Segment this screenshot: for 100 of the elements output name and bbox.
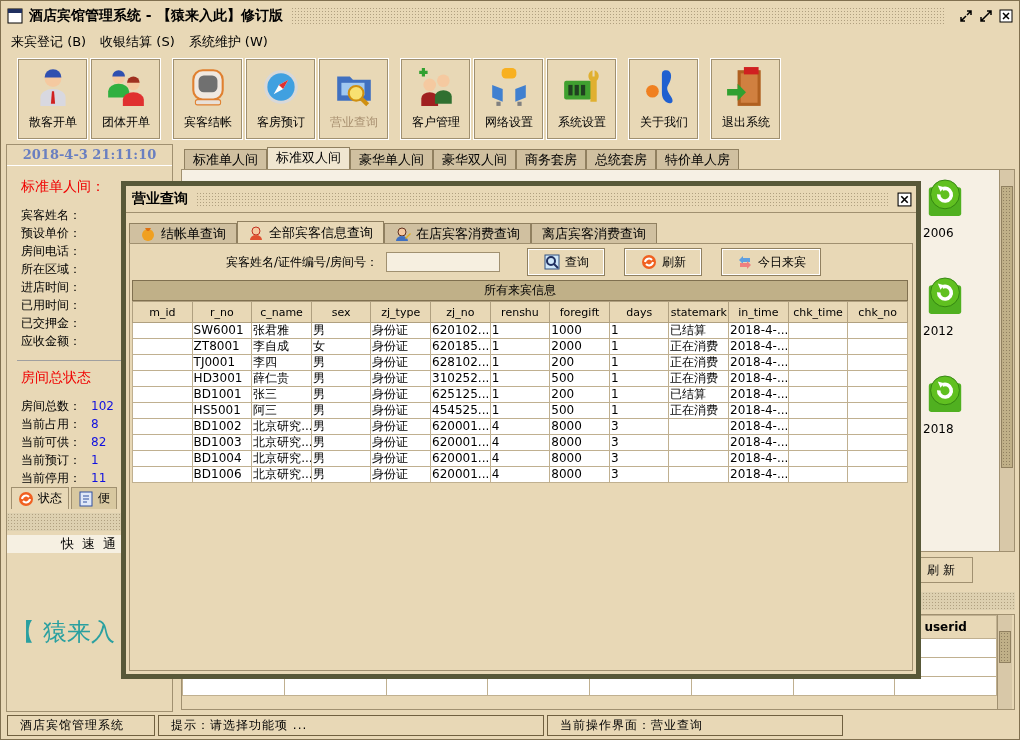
toolbar-button[interactable]: 团体开单 — [90, 57, 161, 140]
table-cell: 男 — [311, 466, 371, 483]
toolbar-button[interactable]: 宾客结帐 — [172, 57, 243, 140]
stat-label: 当前停用： — [21, 470, 82, 487]
action-button[interactable]: 查询 — [528, 249, 605, 275]
toolbar-button[interactable]: 客户管理 — [400, 57, 471, 140]
toolbar-button[interactable]: 退出系统 — [710, 57, 781, 140]
table-cell: 男 — [311, 450, 371, 467]
scrollbar[interactable] — [999, 170, 1014, 551]
table-cell — [847, 370, 908, 387]
section-title: 房间总状态 — [21, 369, 91, 387]
table-cell: 正在消费 — [669, 354, 729, 371]
person-icon — [248, 224, 264, 241]
room-icon[interactable] — [927, 374, 963, 414]
scrollbar[interactable] — [997, 615, 1012, 709]
menu-item[interactable]: 收银结算 (S) — [100, 32, 175, 51]
table-cell: 2018-4-... — [728, 338, 789, 355]
table-cell: 身份证 — [370, 354, 431, 371]
toolbar-button[interactable]: 关于我们 — [628, 57, 699, 140]
room-icon[interactable] — [927, 276, 963, 316]
table-cell — [132, 386, 193, 403]
field-label: 预设单价： — [21, 225, 81, 242]
table-cell — [132, 354, 193, 371]
column-header: chk_no — [847, 301, 908, 323]
table-cell — [132, 402, 193, 419]
table-cell — [788, 354, 848, 371]
table-cell: BD1002 — [192, 418, 252, 435]
close-icon[interactable] — [897, 191, 912, 207]
table-cell: 200 — [549, 354, 610, 371]
column-header: zj_no — [430, 301, 491, 323]
stat-value: 1 — [91, 452, 99, 469]
close-icon[interactable] — [999, 8, 1013, 23]
table-cell: 620185... — [430, 338, 491, 355]
toolbar-button[interactable]: 客房预订 — [245, 57, 316, 140]
table-cell: 已结算 — [669, 322, 729, 339]
table-cell — [788, 434, 848, 451]
table-cell: 500 — [549, 402, 610, 419]
refresh-icon — [640, 254, 657, 270]
table-cell: 3 — [609, 434, 669, 451]
toolbar-button[interactable]: 网络设置 — [473, 57, 544, 140]
field-label: 已用时间： — [21, 297, 81, 314]
table-cell: 454525... — [430, 402, 491, 419]
table-cell: 男 — [311, 354, 371, 371]
toolbar-button[interactable]: 系统设置 — [546, 57, 617, 140]
tab[interactable]: 标准双人间 — [267, 147, 350, 169]
table-cell — [132, 434, 193, 451]
field-label: 房间电话： — [21, 243, 81, 260]
table-cell — [847, 434, 908, 451]
room-number: 2006 — [923, 226, 954, 240]
tab[interactable]: 特价单人房 — [656, 149, 739, 169]
table-cell — [847, 450, 908, 467]
table-cell: BD1004 — [192, 450, 252, 467]
field-label: 所在区域： — [21, 261, 81, 278]
table-cell: 4 — [490, 466, 550, 483]
dialog-title: 营业查询 — [132, 190, 188, 208]
table-cell: 身份证 — [370, 402, 431, 419]
tab[interactable]: 标准单人间 — [184, 149, 267, 169]
tab[interactable]: 总统套房 — [586, 149, 656, 169]
table-cell: 8000 — [549, 466, 610, 483]
menu-item[interactable]: 系统维护 (W) — [188, 32, 268, 51]
table-cell: 1 — [609, 402, 669, 419]
table-cell: 200 — [549, 386, 610, 403]
status-text: 提示：请选择功能项 ... — [158, 715, 544, 736]
table-cell: 8000 — [549, 434, 610, 451]
tab[interactable]: 商务套房 — [516, 149, 586, 169]
toolbar-button[interactable]: 散客开单 — [17, 57, 88, 140]
table-cell: 4 — [490, 434, 550, 451]
tab[interactable]: 豪华单人间 — [350, 149, 433, 169]
table-cell — [847, 386, 908, 403]
section-title: 标准单人间： — [21, 178, 105, 196]
table-cell: 身份证 — [370, 370, 431, 387]
table-cell: 620001... — [430, 466, 491, 483]
search-field[interactable] — [386, 252, 501, 272]
table-cell: 薛仁贵 — [251, 370, 312, 387]
maximize-icon[interactable] — [979, 8, 993, 23]
table-cell: 2018-4-... — [728, 322, 789, 339]
tab[interactable]: 便 — [71, 487, 117, 509]
tab[interactable]: 在店宾客消费查询 — [384, 223, 531, 243]
action-button[interactable]: 刷新 — [625, 249, 702, 275]
tab[interactable]: 离店宾客消费查询 — [531, 223, 657, 243]
table-cell — [847, 402, 908, 419]
column-header: sex — [311, 301, 371, 323]
menu-item[interactable]: 来宾登记 (B) — [11, 32, 87, 51]
action-button[interactable]: 今日来宾 — [722, 249, 821, 275]
stat-label: 当前预订： — [21, 452, 82, 469]
window-icon — [7, 7, 23, 24]
tab[interactable]: 结帐单查询 — [129, 223, 237, 243]
table-cell: BD1006 — [192, 466, 252, 483]
minimize-icon[interactable] — [959, 8, 973, 23]
table-cell — [669, 466, 729, 483]
table-cell: 2018-4-... — [728, 434, 789, 451]
stat-label: 当前可供： — [21, 434, 82, 451]
tab[interactable]: 状态 — [11, 487, 69, 509]
table-cell: 500 — [549, 370, 610, 387]
table-cell: 李自成 — [251, 338, 312, 355]
table-cell — [132, 418, 193, 435]
room-icon[interactable] — [927, 178, 963, 218]
tab[interactable]: 全部宾客信息查询 — [237, 221, 384, 243]
tab[interactable]: 豪华双人间 — [433, 149, 516, 169]
table-cell: 2018-4-... — [728, 402, 789, 419]
